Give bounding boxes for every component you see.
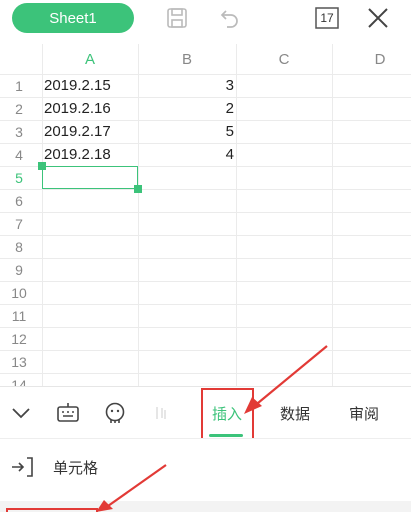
- row-header-11[interactable]: 11: [0, 304, 38, 327]
- tab-review[interactable]: 审阅: [341, 387, 387, 439]
- row-header-3[interactable]: 3: [0, 120, 38, 143]
- row-header-4[interactable]: 4: [0, 143, 38, 166]
- panel-item-cell[interactable]: 单元格: [0, 439, 411, 497]
- cell-b2[interactable]: 2: [140, 97, 234, 120]
- tab-review-label: 审阅: [348, 404, 379, 423]
- faded-tab-icon: [152, 387, 172, 439]
- column-header-c[interactable]: C: [236, 44, 332, 74]
- column-header-a[interactable]: A: [42, 44, 138, 74]
- row-header-14[interactable]: 14: [0, 373, 38, 387]
- spreadsheet-grid[interactable]: A B C D 1 2 3 4 5 6 7 8 9 10 11 12 13 14…: [0, 44, 411, 386]
- cell-a1[interactable]: 2019.2.15: [44, 74, 111, 97]
- column-header-d[interactable]: D: [332, 44, 411, 74]
- column-header-b[interactable]: B: [138, 44, 236, 74]
- panel-item-cell-label: 单元格: [53, 459, 99, 477]
- selection-handle-top-left[interactable]: [38, 162, 46, 170]
- cell-b3[interactable]: 5: [140, 120, 234, 143]
- selection-handle-bottom-right[interactable]: [134, 185, 142, 193]
- row-header-7[interactable]: 7: [0, 212, 38, 235]
- row-header-8[interactable]: 8: [0, 235, 38, 258]
- cell-a4[interactable]: 2019.2.18: [44, 143, 111, 166]
- active-cell-selection[interactable]: [42, 166, 138, 189]
- top-bar: Sheet1 17: [0, 0, 411, 40]
- collapse-chevron-icon[interactable]: [6, 387, 36, 439]
- row-header-2[interactable]: 2: [0, 97, 38, 120]
- tab-data[interactable]: 数据: [272, 387, 318, 439]
- cell-b4[interactable]: 4: [140, 143, 234, 166]
- insert-cell-icon: [10, 454, 36, 484]
- row-header-6[interactable]: 6: [0, 189, 38, 212]
- keyboard-icon[interactable]: [54, 387, 82, 439]
- tab-data-label: 数据: [279, 404, 310, 423]
- page-count-icon[interactable]: 17: [313, 4, 341, 32]
- undo-icon[interactable]: [216, 4, 244, 32]
- cell-a2[interactable]: 2019.2.16: [44, 97, 111, 120]
- cell-a3[interactable]: 2019.2.17: [44, 120, 111, 143]
- cell-b1[interactable]: 3: [140, 74, 234, 97]
- emoji-icon[interactable]: [101, 387, 129, 439]
- close-icon[interactable]: [364, 4, 392, 32]
- row-header-1[interactable]: 1: [0, 74, 38, 97]
- sheet-tab[interactable]: Sheet1: [12, 3, 134, 33]
- page-count-label: 17: [320, 11, 334, 25]
- annotation-highlight-bottom: [6, 508, 98, 512]
- annotation-highlight-insert-tab: [201, 388, 254, 444]
- row-header-12[interactable]: 12: [0, 327, 38, 350]
- save-icon[interactable]: [163, 4, 191, 32]
- row-header-5[interactable]: 5: [0, 166, 38, 189]
- row-header-10[interactable]: 10: [0, 281, 38, 304]
- row-header-13[interactable]: 13: [0, 350, 38, 373]
- row-header-9[interactable]: 9: [0, 258, 38, 281]
